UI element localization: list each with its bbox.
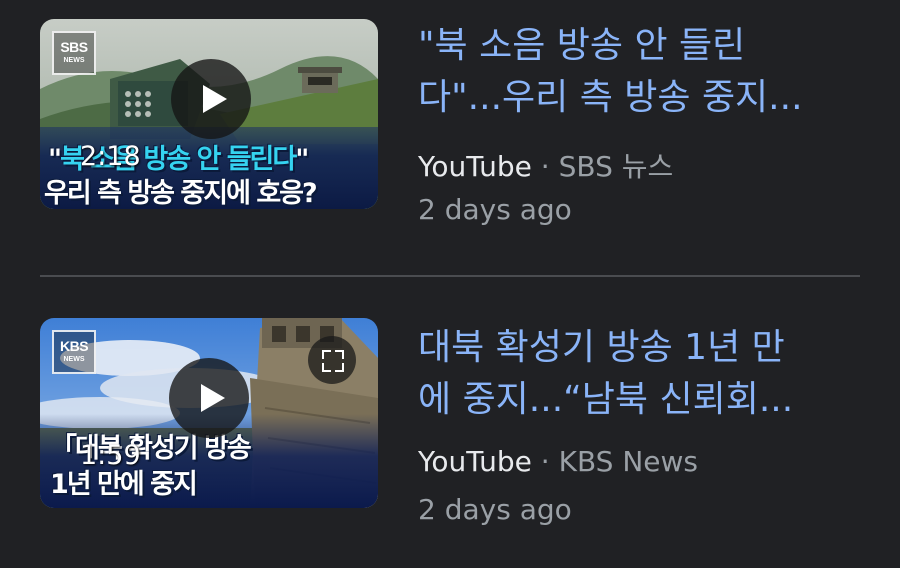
channel-logo-subtext: NEWS [63,356,85,363]
video-result-card[interactable]: KBS NEWS 「대북 확성기 방송 1년 만에 중지 1:59 대북 확성기… [0,278,900,568]
video-source-row: YouTube · KBS News [418,445,698,478]
play-icon [201,384,225,412]
fullscreen-icon [335,350,344,359]
video-results-list: SBS NEWS "북 소음 방송 안 들린다" 우리 측 방송 중지에 호응?… [0,0,900,568]
video-published-time: 2 days ago [418,193,572,226]
video-thumbnail[interactable]: KBS NEWS 「대북 확성기 방송 1년 만에 중지 1:59 [40,318,378,508]
video-channel: SBS 뉴스 [558,150,674,183]
channel-logo: SBS NEWS [52,31,96,75]
video-source-row: YouTube · SBS 뉴스 [418,145,673,185]
meta-separator: · [540,445,550,478]
play-button[interactable] [169,358,249,438]
video-title-link[interactable]: "북 소음 방송 안 들린 다"...우리 측 방송 중지... [418,20,868,124]
play-button[interactable] [171,59,251,139]
meta-separator: · [540,150,550,183]
result-divider [40,275,860,277]
play-icon [203,85,227,113]
fullscreen-icon [335,363,344,372]
fullscreen-icon [322,350,331,359]
video-title-line1: 대북 확성기 방송 1년 만 [418,327,785,368]
video-duration: 1:59 [80,440,141,471]
fullscreen-button[interactable] [308,336,356,384]
video-published-time: 2 days ago [418,493,572,526]
fullscreen-icon [322,363,331,372]
channel-logo: KBS NEWS [52,330,96,374]
video-channel: KBS News [558,445,698,478]
video-result-card[interactable]: SBS NEWS "북 소음 방송 안 들린다" 우리 측 방송 중지에 호응?… [0,0,900,270]
video-time-row: 2 days ago [418,493,572,526]
thumbnail-caption-line2: 우리 측 방송 중지에 호응? [44,178,318,209]
video-duration: 2:18 [80,141,141,172]
video-source: YouTube [418,150,532,183]
channel-logo-text: KBS [59,338,89,354]
channel-logo-subtext: NEWS [63,57,85,64]
video-title-link[interactable]: 대북 확성기 방송 1년 만 에 중지...“남북 신뢰회... [418,322,868,426]
video-title-line1: "북 소음 방송 안 들린 [418,25,746,66]
video-title-line2: 다"...우리 측 방송 중지... [418,77,803,118]
video-thumbnail[interactable]: SBS NEWS "북 소음 방송 안 들린다" 우리 측 방송 중지에 호응?… [40,19,378,209]
channel-logo-text: SBS [60,39,88,55]
video-title-line2: 에 중지...“남북 신뢰회... [418,379,794,420]
video-time-row: 2 days ago [418,193,572,226]
video-source: YouTube [418,445,532,478]
